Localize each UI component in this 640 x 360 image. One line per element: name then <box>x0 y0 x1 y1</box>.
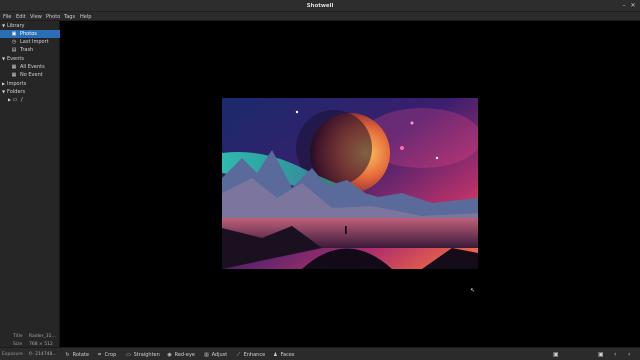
faces-button[interactable]: ♟ Faces <box>272 351 295 359</box>
adjust-button[interactable]: ▥ Adjust <box>203 351 227 359</box>
fullscreen-icon[interactable]: ▣ <box>598 351 604 359</box>
info-title-value: Raider_31... <box>29 334 56 339</box>
trash-icon: ▤ <box>11 47 17 53</box>
minimize-icon[interactable]: – <box>620 2 628 10</box>
photos-icon: ▣ <box>11 31 17 37</box>
expand-down-icon[interactable]: ▼ <box>1 55 6 63</box>
sidebar-item-label: Trash <box>20 47 34 53</box>
crop-button[interactable]: ⌗ Crop <box>96 351 116 359</box>
faces-label: Faces <box>280 352 295 358</box>
person-icon: ♟ <box>273 352 278 358</box>
sidebar-item-imports[interactable]: ▶ Imports <box>0 80 60 88</box>
sidebar-item-label: Imports <box>7 81 27 87</box>
rotate-button[interactable]: ↻ Rotate <box>64 351 89 359</box>
close-icon[interactable]: ✕ <box>629 2 637 10</box>
clock-icon: ◷ <box>11 39 17 45</box>
info-exposure-key: Exposure <box>2 352 23 357</box>
window-title: Shotwell <box>306 3 334 9</box>
sidebar-item-library[interactable]: ▼ Library <box>0 22 60 30</box>
info-title-key: Title <box>13 334 23 339</box>
straighten-button[interactable]: ▭ Straighten <box>125 351 160 359</box>
photo-artwork <box>222 98 478 269</box>
sidebar-item-label: Library <box>7 23 25 29</box>
sidebar-item-label: Events <box>7 56 24 62</box>
enhance-label: Enhance <box>243 352 266 358</box>
menu-edit[interactable]: Edit <box>16 14 26 20</box>
sidebar-item-label: Folders <box>7 89 26 95</box>
sidebar-item-photos[interactable]: ▣ Photos <box>0 30 60 38</box>
sidebar-item-all-events[interactable]: ▦ All Events <box>0 63 60 71</box>
adjust-label: Adjust <box>211 352 228 358</box>
sidebar-item-folders[interactable]: ▼ Folders <box>0 88 60 96</box>
expand-down-icon[interactable]: ▼ <box>1 22 6 30</box>
sidebar-item-last-import[interactable]: ◷ Last Import <box>0 38 60 46</box>
no-event-icon: ▦ <box>11 72 17 78</box>
expand-down-icon[interactable]: ▼ <box>1 88 6 96</box>
expand-right-icon[interactable]: ▶ <box>1 80 6 88</box>
events-icon: ▦ <box>11 64 17 70</box>
rotate-icon: ↻ <box>65 352 70 358</box>
menu-view[interactable]: View <box>30 14 42 20</box>
mouse-cursor-icon: ↖ <box>470 287 476 294</box>
menu-photo[interactable]: Photo <box>46 14 60 20</box>
redeye-button[interactable]: ◉ Red-eye <box>166 351 195 359</box>
menu-help[interactable]: Help <box>80 14 91 20</box>
sidebar-item-label: / <box>21 97 23 103</box>
photo-image[interactable] <box>222 98 478 269</box>
sidebar-item-folder-root[interactable]: ▶ ▭ / <box>0 96 60 104</box>
sidebar: ▼ Library ▣ Photos ◷ Last Import ▤ Trash… <box>0 21 60 347</box>
sidebar-item-label: All Events <box>20 64 45 70</box>
adjust-icon: ▥ <box>204 352 209 358</box>
crop-icon: ⌗ <box>98 352 101 358</box>
menu-bar: File Edit View Photo Tags Help <box>0 12 640 21</box>
sidebar-item-label: Photos <box>20 31 37 37</box>
exposure-info: Exposure f/- 214748... <box>2 351 57 359</box>
sidebar-item-no-event[interactable]: ▦ No Event <box>0 71 60 79</box>
menu-file[interactable]: File <box>3 14 11 20</box>
eye-icon: ◉ <box>167 352 172 358</box>
rotate-label: Rotate <box>72 352 89 358</box>
photo-viewer[interactable]: ↖ <box>61 21 640 347</box>
redeye-label: Red-eye <box>174 352 196 358</box>
menu-tags[interactable]: Tags <box>64 14 75 20</box>
sidebar-item-label: No Event <box>20 72 43 78</box>
enhance-button[interactable]: ⟋ Enhance <box>235 351 265 359</box>
bottom-toolbar: Exposure f/- 214748... ↻ Rotate ⌗ Crop ▭… <box>0 347 640 360</box>
next-photo-icon[interactable]: › <box>628 351 630 359</box>
sidebar-toggle-icon[interactable]: ▣ <box>553 351 559 359</box>
previous-photo-icon[interactable]: ‹ <box>614 351 616 359</box>
sidebar-item-label: Last Import <box>20 39 49 45</box>
info-exposure-value: f/- 214748... <box>29 352 57 357</box>
straighten-label: Straighten <box>133 352 160 358</box>
title-bar: Shotwell – ✕ <box>0 0 640 12</box>
crop-label: Crop <box>104 352 117 358</box>
sidebar-item-events[interactable]: ▼ Events <box>0 55 60 63</box>
straighten-icon: ▭ <box>126 352 131 358</box>
enhance-wand-icon: ⟋ <box>236 352 241 358</box>
folder-icon: ▭ <box>12 97 18 103</box>
sidebar-item-trash[interactable]: ▤ Trash <box>0 46 60 54</box>
